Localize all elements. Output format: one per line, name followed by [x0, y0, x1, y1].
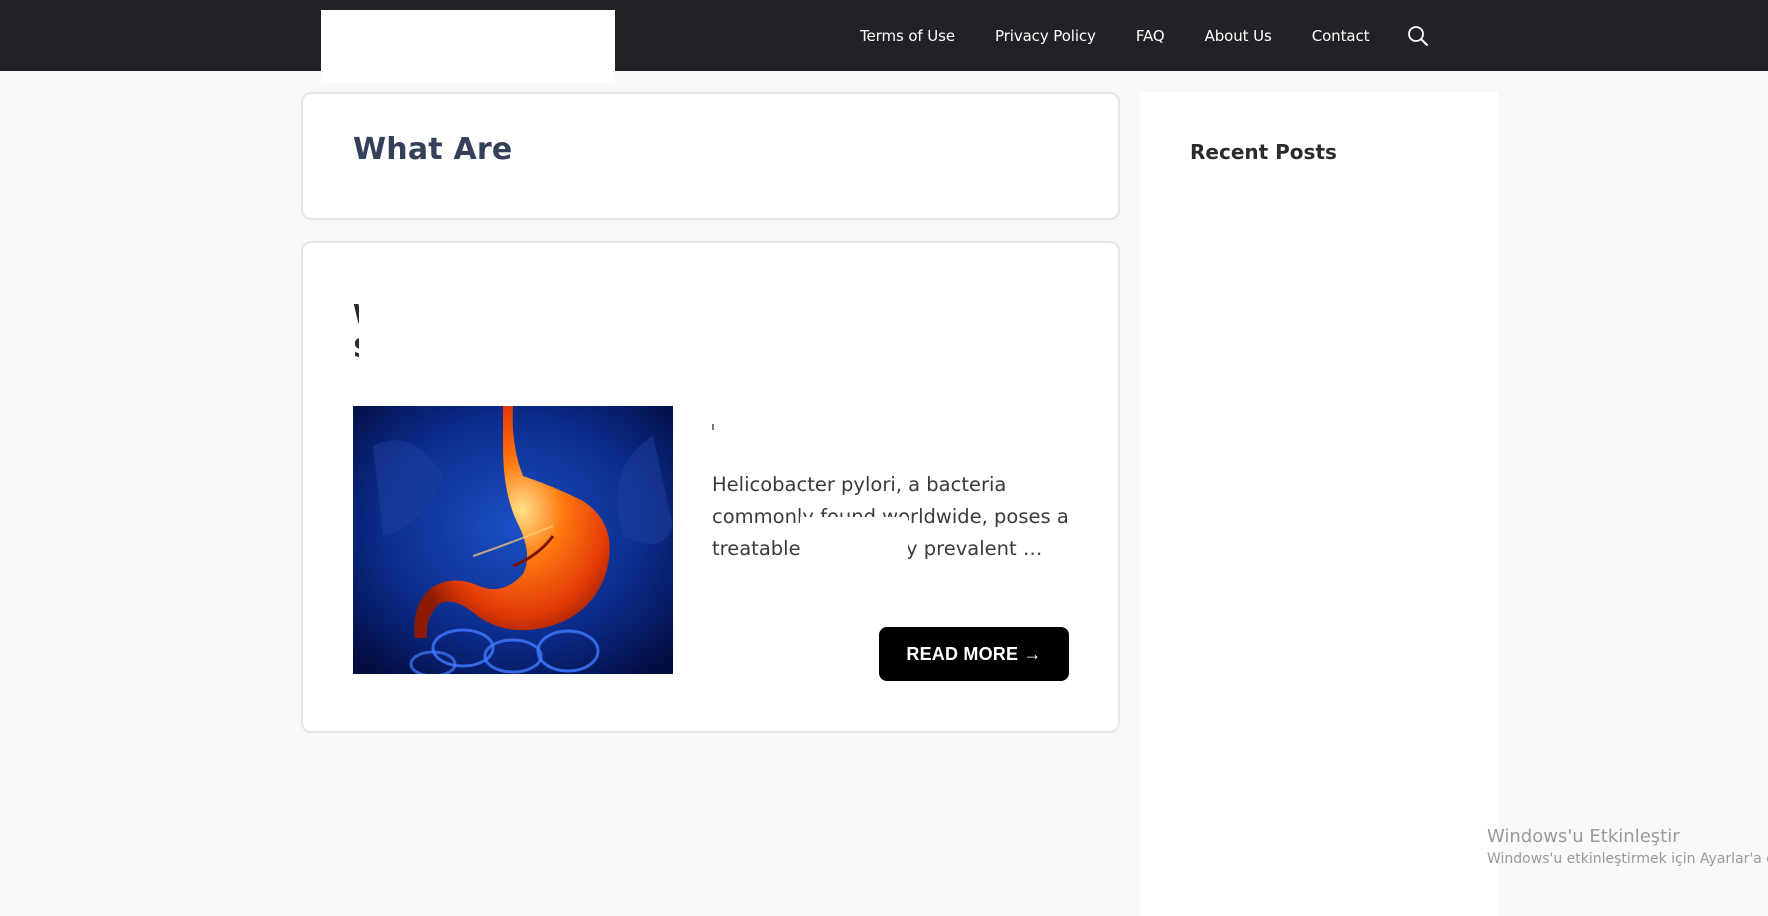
- main-nav: Terms of Use Privacy Policy FAQ About Us…: [860, 0, 1429, 71]
- recent-posts-heading: Recent Posts: [1190, 140, 1337, 164]
- nav-terms-of-use[interactable]: Terms of Use: [860, 27, 955, 45]
- watermark-line-1: Windows'u Etkinleştir: [1487, 826, 1680, 847]
- nav-about-us[interactable]: About Us: [1205, 27, 1272, 45]
- site-header: Terms of Use Privacy Policy FAQ About Us…: [0, 0, 1768, 71]
- site-logo[interactable]: [321, 10, 615, 83]
- nav-privacy-policy[interactable]: Privacy Policy: [995, 27, 1096, 45]
- nav-faq[interactable]: FAQ: [1136, 27, 1165, 45]
- post-card: W S: [301, 241, 1120, 733]
- nav-contact[interactable]: Contact: [1312, 27, 1370, 45]
- sidebar: Recent Posts: [1140, 92, 1498, 916]
- windows-activation-watermark: Windows'u Etkinleştir Windows'u etkinleş…: [1487, 826, 1768, 867]
- post-thumbnail[interactable]: [353, 406, 673, 674]
- post-excerpt: Helicobacter pylori, a bacteria commonly…: [712, 469, 1074, 565]
- archive-header-card: What Are: [301, 92, 1120, 220]
- search-icon[interactable]: [1407, 25, 1429, 47]
- watermark-line-2: Windows'u etkinleştirmek için Ayarlar'a …: [1487, 851, 1768, 867]
- archive-title: What Are: [353, 132, 513, 167]
- excerpt-overlay: [800, 517, 908, 563]
- post-meta: [712, 424, 714, 430]
- read-more-button[interactable]: READ MORE →: [879, 627, 1069, 681]
- post-title[interactable]: W S: [353, 298, 359, 364]
